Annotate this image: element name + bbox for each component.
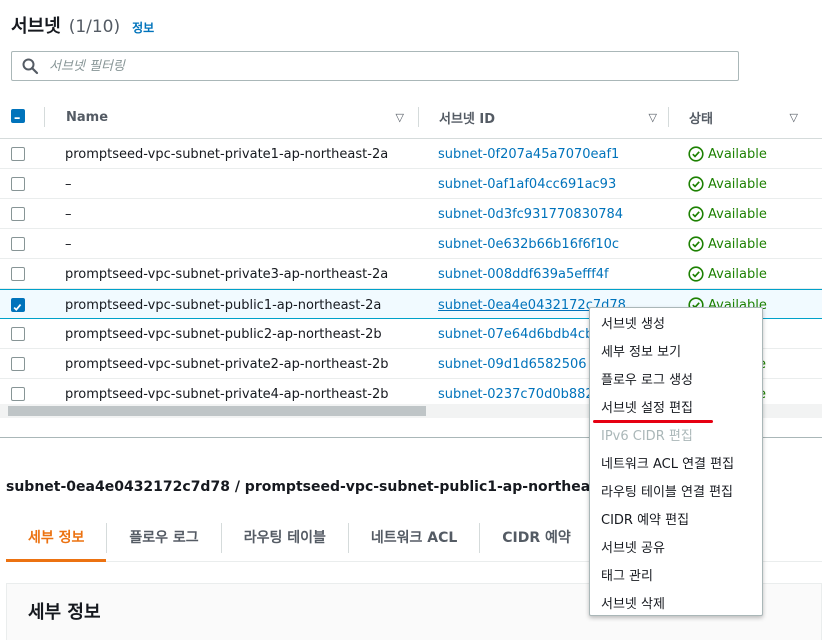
table-header: Name ▽ 서브넷 ID ▽ 상태 ▽ (0, 95, 822, 139)
column-divider (668, 107, 669, 127)
subnet-id-link[interactable]: subnet-008ddf639a5efff4f (438, 259, 609, 289)
selection-count: (1/10) (68, 17, 121, 37)
menu-item[interactable]: 서브넷 설정 편집 (590, 392, 762, 420)
filter-box[interactable] (11, 51, 739, 81)
menu-item[interactable]: 라우팅 테이블 연결 편집 (590, 476, 762, 504)
table-row[interactable]: – subnet-0d3fc931770830784 Available (0, 199, 822, 229)
subnet-id-link[interactable]: subnet-09d1d6582506 (438, 349, 587, 379)
minus-icon (14, 117, 20, 119)
check-circle-icon (688, 236, 704, 252)
subnet-name: promptseed-vpc-subnet-private1-ap-northe… (65, 146, 389, 162)
check-circle-icon (688, 266, 704, 282)
row-checkbox[interactable] (11, 147, 25, 161)
status-badge: Available (688, 199, 767, 229)
row-checkbox[interactable] (11, 327, 25, 341)
subnet-id-link[interactable]: subnet-0f207a45a7070eaf1 (438, 139, 619, 169)
check-icon (13, 304, 22, 311)
subnet-id-link[interactable]: subnet-0af1af04cc691ac93 (438, 169, 616, 199)
column-header-subnet-id[interactable]: 서브넷 ID ▽ (439, 95, 669, 139)
subnet-id-link[interactable]: subnet-0e632b66b16f6f10c (438, 229, 619, 259)
row-checkbox[interactable] (11, 207, 25, 221)
status-badge: Available (688, 259, 767, 289)
sort-icon[interactable]: ▽ (790, 111, 798, 124)
status-label: Available (708, 146, 767, 162)
sort-icon[interactable]: ▽ (649, 111, 657, 124)
check-circle-icon (688, 206, 704, 222)
table-row[interactable]: – subnet-0e632b66b16f6f10c Available (0, 229, 822, 259)
details-panel-title: 세부 정보 (28, 602, 101, 623)
status-label: Available (708, 176, 767, 192)
subnet-name: – (65, 206, 72, 222)
filter-input[interactable] (49, 58, 699, 74)
table-row[interactable]: promptseed-vpc-subnet-private3-ap-northe… (0, 259, 822, 289)
status-label: Available (708, 266, 767, 282)
row-checkbox[interactable] (11, 267, 25, 281)
scrollbar-thumb[interactable] (8, 406, 426, 416)
column-divider (44, 107, 45, 127)
column-header-name[interactable]: Name ▽ (66, 95, 416, 139)
menu-item[interactable]: 네트워크 ACL 연결 편집 (590, 448, 762, 476)
status-label: Available (708, 236, 767, 252)
subnet-id-link[interactable]: subnet-07e64d6bdb4cb (438, 319, 593, 349)
info-link[interactable]: 정보 (132, 19, 154, 36)
subnet-name: promptseed-vpc-subnet-private2-ap-northe… (65, 356, 389, 372)
menu-item[interactable]: 서브넷 공유 (590, 532, 762, 560)
tab-network-acl[interactable]: 네트워크 ACL (349, 514, 479, 560)
menu-item[interactable]: 플로우 로그 생성 (590, 364, 762, 392)
column-header-state[interactable]: 상태 ▽ (689, 95, 810, 139)
table-row[interactable]: – subnet-0af1af04cc691ac93 Available (0, 169, 822, 199)
sort-icon[interactable]: ▽ (396, 111, 404, 124)
subnet-name: promptseed-vpc-subnet-private3-ap-northe… (65, 266, 389, 282)
menu-item[interactable]: 서브넷 생성 (590, 308, 762, 336)
page-title: 서브넷 (11, 16, 61, 37)
tab-cidr-reservations[interactable]: CIDR 예약 (480, 514, 593, 560)
detail-title: subnet-0ea4e0432172c7d78 / promptseed-vp… (6, 479, 631, 495)
status-badge: Available (688, 229, 767, 259)
row-checkbox[interactable] (11, 357, 25, 371)
table-row[interactable]: promptseed-vpc-subnet-private1-ap-northe… (0, 139, 822, 169)
tab-route-table[interactable]: 라우팅 테이블 (222, 514, 348, 560)
subnet-name: – (65, 176, 72, 192)
page-header: 서브넷 (1/10) 정보 (11, 12, 154, 38)
check-circle-icon (688, 176, 704, 192)
check-circle-icon (688, 146, 704, 162)
highlight-underline (593, 420, 713, 423)
status-badge: Available (688, 139, 767, 169)
menu-item[interactable]: 세부 정보 보기 (590, 336, 762, 364)
tab-details[interactable]: 세부 정보 (6, 514, 107, 562)
search-icon (22, 58, 39, 75)
row-checkbox[interactable] (11, 237, 25, 251)
row-checkbox[interactable] (11, 387, 25, 401)
actions-context-menu: 서브넷 생성 세부 정보 보기 플로우 로그 생성 서브넷 설정 편집 IPv6 CID… (589, 307, 763, 616)
menu-item[interactable]: CIDR 예약 편집 (590, 504, 762, 532)
status-badge: Available (688, 169, 767, 199)
row-checkbox[interactable] (11, 298, 25, 312)
tab-flow-logs[interactable]: 플로우 로그 (107, 514, 220, 560)
subnet-id-link[interactable]: subnet-0d3fc931770830784 (438, 199, 623, 229)
subnet-name: – (65, 236, 72, 252)
status-label: Available (708, 206, 767, 222)
column-divider (418, 107, 419, 127)
menu-item[interactable]: 태그 관리 (590, 560, 762, 588)
subnet-name: promptseed-vpc-subnet-public1-ap-northea… (65, 297, 382, 313)
subnet-name: promptseed-vpc-subnet-public2-ap-northea… (65, 326, 382, 342)
menu-item[interactable]: 서브넷 삭제 (590, 588, 762, 616)
row-checkbox[interactable] (11, 177, 25, 191)
menu-item: IPv6 CIDR 편집 (601, 428, 693, 444)
select-all-checkbox[interactable] (11, 109, 25, 123)
